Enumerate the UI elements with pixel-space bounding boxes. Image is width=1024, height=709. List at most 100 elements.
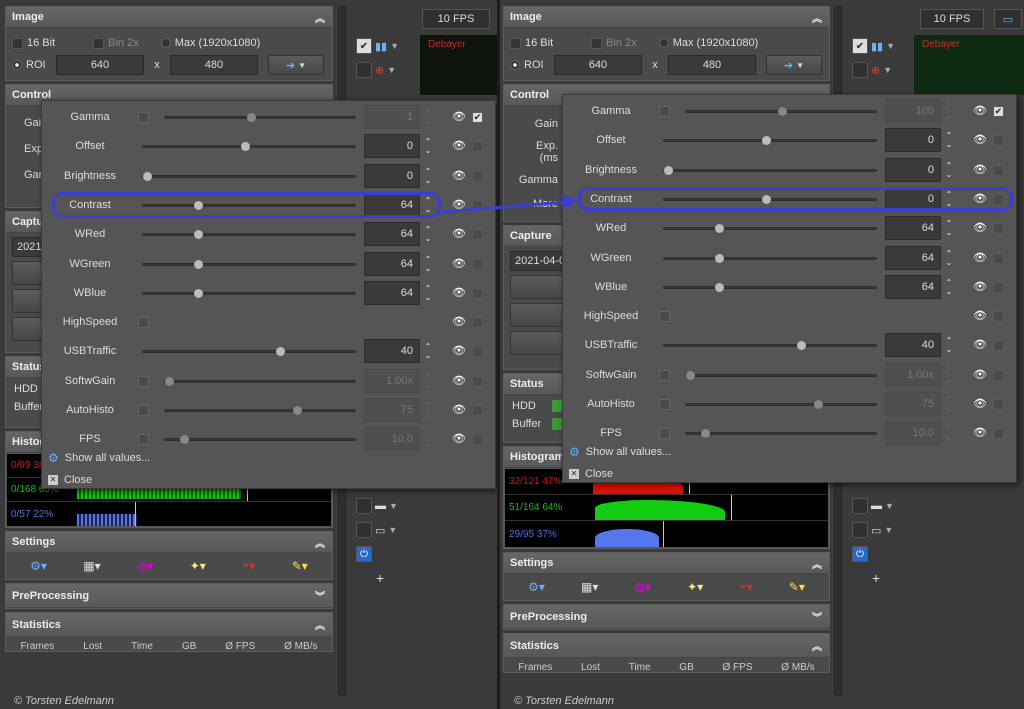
visibility-checkbox[interactable] (993, 340, 1004, 352)
show-all-values-item[interactable]: ⚙ Show all values... (563, 441, 1016, 463)
bin2x-checkbox[interactable] (93, 37, 105, 49)
slider-knob[interactable] (686, 370, 695, 380)
gauge-icon[interactable]: ◓▾ (739, 580, 752, 594)
eye-icon[interactable]: 👁 (973, 426, 987, 439)
black-rect-icon[interactable]: ▬ (375, 500, 386, 512)
slider-knob[interactable] (293, 406, 303, 415)
spin-arrows-icon[interactable]: ⌃ ⌄ (422, 369, 434, 393)
histogram-icon[interactable]: ▮▮ (871, 40, 883, 53)
eye-icon[interactable]: 👁 (973, 338, 987, 351)
spin-arrows-icon[interactable]: ⌃ ⌄ (943, 333, 955, 357)
value-field[interactable]: 75 (364, 398, 420, 422)
collapse-icon[interactable]: ︽ (811, 638, 823, 653)
eye-icon[interactable]: 👁 (452, 257, 466, 270)
value-field[interactable]: 75 (885, 392, 941, 416)
visibility-checkbox[interactable] (993, 281, 1004, 293)
eye-icon[interactable]: 👁 (973, 368, 987, 381)
eye-icon[interactable]: 👁 (452, 110, 466, 123)
spin-arrows-icon[interactable]: ⌃ ⌄ (422, 105, 434, 129)
value-field[interactable]: 1 (364, 105, 420, 129)
value-field[interactable]: 64 (885, 216, 941, 241)
crosshair-icon[interactable]: ⊕ (871, 64, 880, 77)
expand-icon[interactable]: ︾ (314, 588, 326, 603)
spin-arrows-icon[interactable]: ⌃ ⌄ (943, 99, 955, 123)
visibility-checkbox[interactable] (472, 346, 483, 358)
16bit-checkbox[interactable] (510, 37, 521, 49)
value-field[interactable]: 40 (364, 339, 420, 364)
slider-knob[interactable] (194, 288, 204, 298)
eye-icon[interactable]: 👁 (973, 397, 987, 410)
value-slider[interactable] (685, 429, 877, 439)
roi-arrow-button[interactable]: ➔ ▼ (268, 55, 324, 75)
value-slider[interactable] (142, 288, 356, 298)
slider-knob[interactable] (179, 435, 189, 445)
enable-checkbox[interactable] (138, 405, 149, 416)
slider-knob[interactable] (165, 376, 174, 386)
value-slider[interactable] (663, 165, 877, 175)
slider-knob[interactable] (194, 259, 204, 269)
toggle-box[interactable] (356, 522, 372, 538)
black-rect-icon[interactable]: ▬ (871, 500, 882, 512)
checkbox-checked-icon[interactable]: ✔ (356, 38, 372, 54)
value-slider[interactable] (142, 171, 356, 181)
visibility-checkbox[interactable] (993, 135, 1004, 147)
enable-checkbox[interactable] (659, 369, 670, 381)
toggle-box[interactable] (356, 62, 372, 78)
color-wheel-icon[interactable]: ◍▾ (137, 559, 154, 573)
value-slider[interactable] (663, 282, 877, 292)
eye-icon[interactable]: 👁 (973, 104, 987, 117)
power-icon[interactable]: ⏻ (852, 546, 868, 562)
power-icon[interactable]: ⏻ (356, 546, 372, 562)
value-field[interactable]: 64 (885, 274, 941, 299)
value-field[interactable]: 64 (885, 245, 941, 270)
max-radio[interactable] (658, 38, 669, 48)
slider-knob[interactable] (777, 107, 787, 116)
eye-icon[interactable]: 👁 (452, 403, 466, 416)
16bit-checkbox[interactable] (12, 37, 23, 49)
eye-icon[interactable]: 👁 (452, 432, 466, 445)
slider-knob[interactable] (715, 253, 725, 263)
spin-arrows-icon[interactable]: ⌃ ⌄ (422, 339, 434, 363)
eye-icon[interactable]: 👁 (973, 280, 987, 293)
telescope-icon[interactable]: ✎▾ (789, 580, 805, 594)
gear-icon[interactable]: ⚙▾ (30, 559, 47, 573)
slider-knob[interactable] (664, 165, 673, 175)
slider-knob[interactable] (700, 429, 710, 439)
eye-icon[interactable]: 👁 (973, 251, 987, 264)
value-slider[interactable] (164, 113, 356, 122)
eye-icon[interactable]: 👁 (452, 139, 466, 152)
image-panel-header[interactable]: Image ︽ (6, 7, 332, 28)
spin-arrows-icon[interactable]: ⌃ ⌄ (943, 392, 955, 416)
enable-checkbox[interactable] (659, 399, 670, 410)
eye-icon[interactable]: 👁 (452, 344, 466, 357)
spin-arrows-icon[interactable]: ⌃ ⌄ (943, 128, 955, 152)
eye-icon[interactable]: 👁 (452, 286, 466, 299)
show-all-values-item[interactable]: ⚙ Show all values... (42, 447, 495, 469)
bulb-icon[interactable]: ✦▾ (190, 559, 206, 573)
spin-arrows-icon[interactable]: ⌃ ⌄ (422, 281, 434, 305)
add-icon[interactable]: + (376, 570, 384, 586)
value-slider[interactable] (164, 406, 356, 415)
toggle-box[interactable] (852, 62, 868, 78)
roi-height-field[interactable]: 480 (668, 55, 756, 75)
capture-button-2[interactable] (510, 303, 564, 327)
spin-arrows-icon[interactable]: ⌃ ⌄ (422, 398, 434, 422)
enable-checkbox[interactable] (138, 112, 149, 123)
bulb-icon[interactable]: ✦▾ (687, 580, 703, 594)
value-slider[interactable] (142, 142, 356, 152)
value-field[interactable]: 100 (885, 99, 941, 123)
slider-knob[interactable] (797, 341, 807, 351)
value-slider[interactable] (142, 230, 356, 240)
visibility-checkbox[interactable] (472, 317, 483, 329)
max-radio[interactable] (160, 38, 171, 48)
spin-arrows-icon[interactable]: ⌃ ⌄ (943, 158, 955, 182)
value-field[interactable]: 1.00x (885, 362, 941, 387)
eye-icon[interactable]: 👁 (452, 169, 466, 182)
spin-arrows-icon[interactable]: ⌃ ⌄ (943, 363, 955, 387)
spin-arrows-icon[interactable]: ⌃ ⌄ (943, 275, 955, 299)
value-field[interactable]: 40 (885, 333, 941, 358)
eye-icon[interactable]: 👁 (973, 221, 987, 234)
eye-icon[interactable]: 👁 (452, 374, 466, 387)
value-field[interactable]: 64 (364, 280, 420, 305)
value-field[interactable]: 0 (885, 128, 941, 153)
